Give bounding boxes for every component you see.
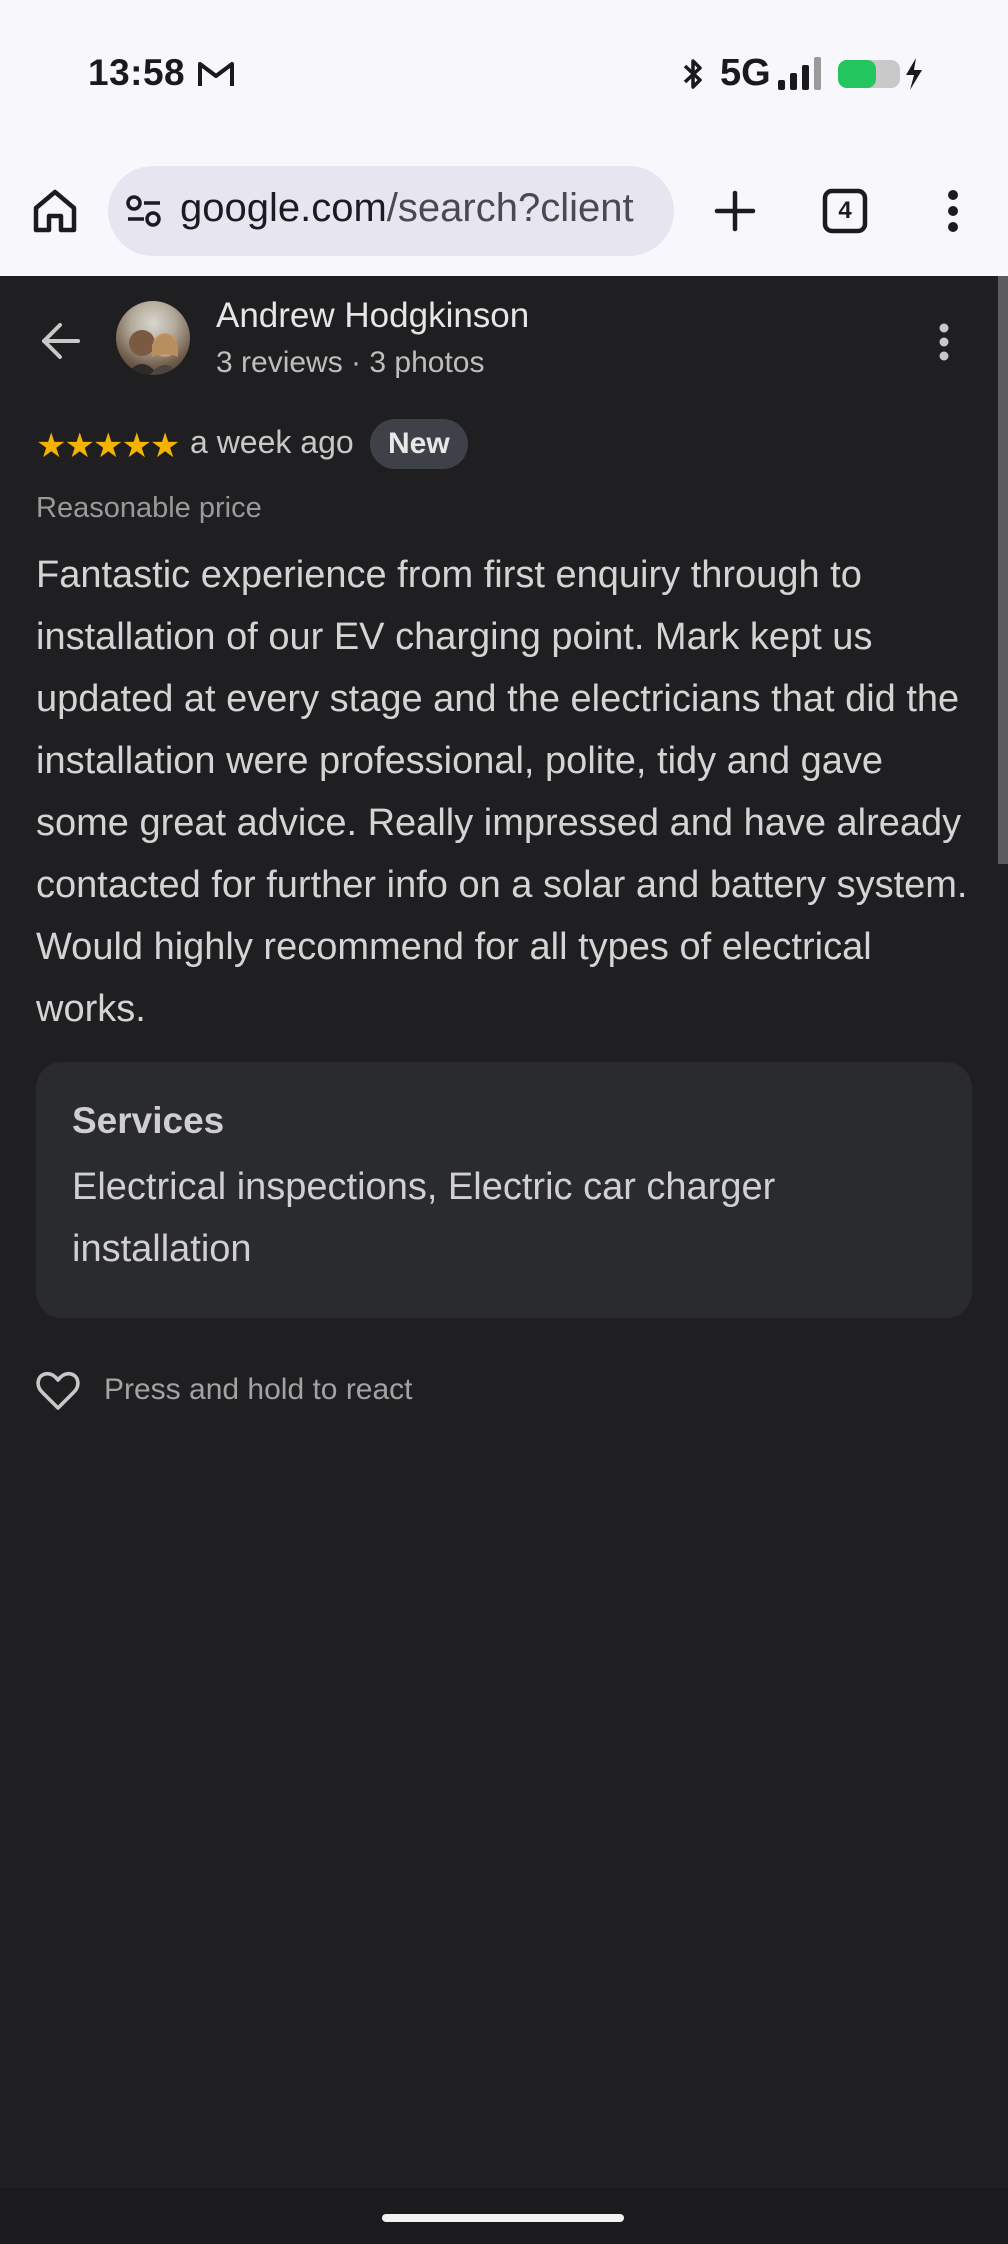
navigation-bar <box>0 2188 1008 2244</box>
battery-charging-icon <box>838 58 922 90</box>
browser-toolbar: google.com/search?client 4 <box>0 148 1008 276</box>
scrollbar[interactable] <box>998 276 1008 864</box>
services-card: Services Electrical inspections, Electri… <box>36 1062 972 1318</box>
tune-icon[interactable] <box>126 194 162 228</box>
url-domain: google.com <box>180 186 387 230</box>
more-vert-icon[interactable] <box>926 320 962 364</box>
review-text: Fantastic experience from first enquiry … <box>36 554 968 1030</box>
tabs-icon[interactable]: 4 <box>822 188 868 234</box>
url-path: /search?client <box>386 186 634 230</box>
home-icon[interactable] <box>30 186 80 236</box>
new-badge: New <box>370 419 468 469</box>
gmail-icon <box>198 62 234 86</box>
reviewer-name[interactable]: Andrew Hodgkinson <box>216 296 529 336</box>
bluetooth-icon <box>683 59 702 89</box>
network-label: 5G <box>720 52 771 94</box>
services-title: Services <box>72 1100 225 1141</box>
signal-icon <box>778 57 821 90</box>
status-bar: 13:58 5G <box>0 0 1008 148</box>
star-rating: ★★★★★ <box>36 427 180 465</box>
reviewer-meta: 3 reviews · 3 photos <box>216 346 485 379</box>
url-bar[interactable]: google.com/search?client <box>108 166 674 256</box>
heart-icon[interactable] <box>34 1366 82 1414</box>
review-panel: Andrew Hodgkinson 3 reviews · 3 photos ★… <box>0 276 1008 2188</box>
price-label: Reasonable price <box>36 492 262 524</box>
url-text[interactable]: google.com/search?client <box>180 186 660 236</box>
back-arrow-icon[interactable] <box>36 316 86 366</box>
react-hint[interactable]: Press and hold to react <box>104 1373 413 1407</box>
services-value: Electrical inspections, Electric car cha… <box>72 1166 776 1270</box>
status-time: 13:58 <box>88 52 186 93</box>
tab-count: 4 <box>838 197 852 224</box>
reviewer-avatar[interactable] <box>116 301 190 375</box>
plus-icon[interactable] <box>710 186 760 236</box>
more-vert-icon[interactable] <box>930 186 976 236</box>
home-indicator[interactable] <box>382 2214 624 2222</box>
review-time: a week ago <box>190 424 354 460</box>
